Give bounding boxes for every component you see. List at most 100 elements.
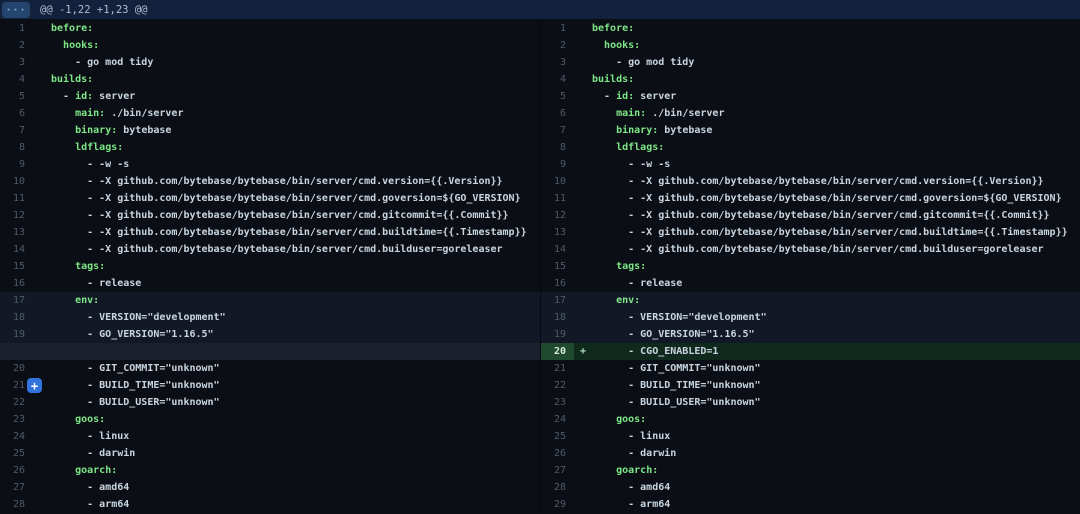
code-token: - -w -s (51, 159, 129, 170)
line-number[interactable]: 23 (0, 411, 33, 428)
line-number[interactable]: 25 (0, 445, 33, 462)
hunk-header-text: @@ -1,22 +1,23 @@ (40, 4, 147, 16)
code-line: - arm64 (51, 496, 540, 513)
line-marker (33, 122, 51, 139)
line-number[interactable]: 6 (0, 105, 33, 122)
line-number[interactable]: 11 (0, 190, 33, 207)
code-token: - linux (51, 431, 129, 442)
diff-row: 3 - go mod tidy (541, 54, 1080, 71)
line-number[interactable]: 7 (0, 122, 33, 139)
line-number[interactable]: 1 (0, 20, 33, 37)
line-number[interactable]: 14 (541, 241, 574, 258)
diff-row: 23 goos: (0, 411, 540, 428)
code-token: - BUILD_USER="unknown" (51, 397, 220, 408)
code-line: - VERSION="development" (592, 309, 1080, 326)
line-number[interactable]: 29 (541, 496, 574, 513)
add-comment-button[interactable]: + (27, 378, 42, 393)
line-marker (574, 54, 592, 71)
line-number[interactable]: 7 (541, 122, 574, 139)
code-line: ldflags: (51, 139, 540, 156)
code-line: - -X github.com/bytebase/bytebase/bin/se… (51, 224, 540, 241)
line-number[interactable]: 26 (541, 445, 574, 462)
line-number[interactable]: 16 (0, 275, 33, 292)
line-number[interactable]: 22 (541, 377, 574, 394)
line-marker (33, 292, 51, 309)
line-number[interactable]: 1 (541, 20, 574, 37)
line-marker (574, 462, 592, 479)
line-number[interactable]: 26 (0, 462, 33, 479)
code-line: - linux (592, 428, 1080, 445)
line-marker (574, 20, 592, 37)
line-number[interactable]: 10 (0, 173, 33, 190)
line-number[interactable]: 28 (541, 479, 574, 496)
line-number[interactable]: 22 (0, 394, 33, 411)
line-marker (574, 496, 592, 513)
diff-row: 17 env: (0, 292, 540, 309)
line-number[interactable]: 5 (0, 88, 33, 105)
yaml-key-token: main: (75, 108, 105, 119)
line-number[interactable]: 5 (541, 88, 574, 105)
line-number[interactable]: 17 (0, 292, 33, 309)
code-line: env: (592, 292, 1080, 309)
line-number[interactable]: 18 (541, 309, 574, 326)
code-line: - amd64 (51, 479, 540, 496)
line-number[interactable]: 2 (541, 37, 574, 54)
line-number[interactable]: 20 (541, 343, 574, 360)
line-number[interactable]: 15 (0, 258, 33, 275)
line-number[interactable]: 8 (0, 139, 33, 156)
line-number[interactable]: 4 (0, 71, 33, 88)
code-line: main: ./bin/server (592, 105, 1080, 122)
split-diff: 1before:2 hooks:3 - go mod tidy4builds:5… (0, 20, 1080, 513)
code-line: - darwin (592, 445, 1080, 462)
line-number[interactable]: 28 (0, 496, 33, 513)
line-number[interactable]: 13 (541, 224, 574, 241)
line-number[interactable]: 3 (541, 54, 574, 71)
line-number[interactable]: 9 (541, 156, 574, 173)
line-number[interactable]: 27 (541, 462, 574, 479)
code-line: tags: (592, 258, 1080, 275)
line-number[interactable]: 11 (541, 190, 574, 207)
line-number[interactable]: 16 (541, 275, 574, 292)
line-number[interactable]: 15 (541, 258, 574, 275)
code-token: - BUILD_TIME="unknown" (51, 380, 220, 391)
code-token (51, 261, 75, 272)
line-number[interactable]: 12 (541, 207, 574, 224)
line-number[interactable]: 18 (0, 309, 33, 326)
line-number[interactable]: 19 (0, 326, 33, 343)
line-number[interactable]: 25 (541, 428, 574, 445)
line-number[interactable]: 20 (0, 360, 33, 377)
line-number[interactable]: 24 (0, 428, 33, 445)
expand-hunk-button[interactable]: ··· (2, 2, 30, 18)
line-number[interactable]: 9 (0, 156, 33, 173)
line-number[interactable]: 24 (541, 411, 574, 428)
line-marker (33, 156, 51, 173)
line-number[interactable]: 27 (0, 479, 33, 496)
diff-row: 6 main: ./bin/server (541, 105, 1080, 122)
diff-row: 18 - VERSION="development" (0, 309, 540, 326)
line-number[interactable]: 21 (541, 360, 574, 377)
line-number[interactable]: 3 (0, 54, 33, 71)
line-number[interactable]: 13 (0, 224, 33, 241)
code-line: tags: (51, 258, 540, 275)
line-number[interactable]: 2 (0, 37, 33, 54)
line-marker (33, 394, 51, 411)
code-token (51, 142, 75, 153)
line-marker (574, 309, 592, 326)
line-marker (33, 173, 51, 190)
line-number[interactable]: 4 (541, 71, 574, 88)
line-marker (33, 258, 51, 275)
line-number[interactable]: 6 (541, 105, 574, 122)
line-number[interactable]: 8 (541, 139, 574, 156)
code-token: - -X github.com/bytebase/bytebase/bin/se… (592, 227, 1068, 238)
code-line: - CGO_ENABLED=1 (592, 343, 1080, 360)
diff-row: 16 - release (0, 275, 540, 292)
line-number[interactable]: 17 (541, 292, 574, 309)
line-number[interactable]: 23 (541, 394, 574, 411)
line-number[interactable]: 14 (0, 241, 33, 258)
added-line-marker: + (574, 343, 592, 360)
line-marker (574, 88, 592, 105)
line-number[interactable]: 19 (541, 326, 574, 343)
code-token: - GO_VERSION="1.16.5" (51, 329, 214, 340)
line-number[interactable]: 12 (0, 207, 33, 224)
line-number[interactable]: 10 (541, 173, 574, 190)
